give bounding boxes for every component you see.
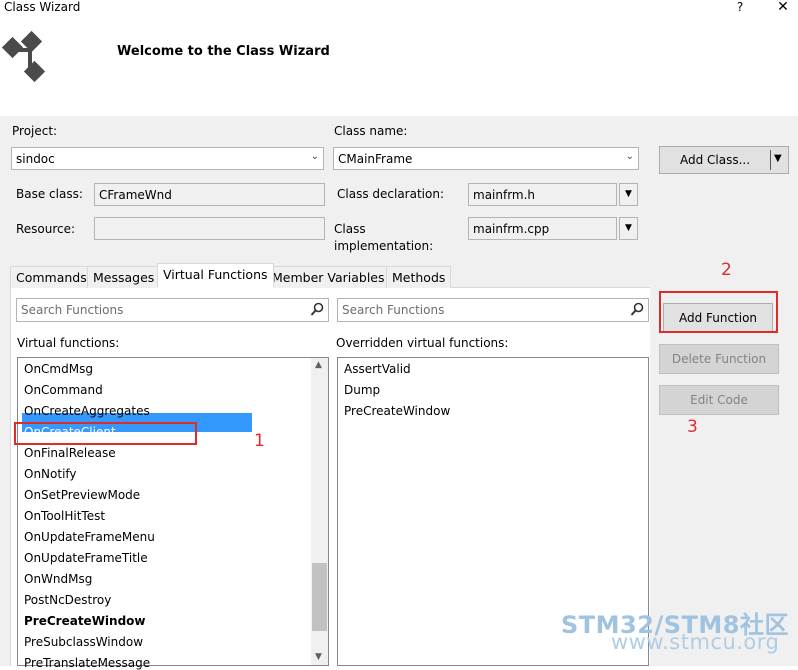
tab-commands[interactable]: Commands [10,266,93,288]
add-class-label: Add Class... [680,153,751,167]
list-item[interactable]: PostNcDestroy [24,593,111,607]
tab-virtual-functions[interactable]: Virtual Functions [157,263,274,288]
close-button[interactable]: ✕ [775,0,791,15]
scrollbar-thumb[interactable] [312,563,327,631]
list-item[interactable]: OnFinalRelease [24,446,116,460]
annotation-box-selected-function [14,422,197,445]
base-class-label: Base class: [16,187,83,201]
chevron-down-icon: ⌄ [625,151,634,162]
annotation-number-1: 1 [254,431,265,451]
base-class-field: CFrameWnd [94,183,325,206]
search-icon [630,302,644,316]
header-banner [0,18,798,116]
class-implementation-dropdown-icon[interactable]: ▼ [619,217,638,240]
tab-methods[interactable]: Methods [386,266,452,288]
class-wizard-logo-icon [2,30,46,83]
annotation-box-add-function [659,291,778,333]
class-declaration-value: mainfrm.h [473,188,536,202]
class-implementation-label-line1: Class [334,222,366,236]
vertical-scrollbar[interactable]: ▲ ▼ [311,358,328,665]
overridden-functions-search-input[interactable]: Search Functions [337,298,649,322]
search-placeholder: Search Functions [21,303,124,317]
resource-label: Resource: [16,222,76,236]
class-implementation-value: mainfrm.cpp [473,222,550,236]
window-title: Class Wizard [4,0,81,14]
virtual-functions-list[interactable]: OnCmdMsg OnCommand OnCreateAggregates On… [17,357,329,670]
class-name-select[interactable]: CMainFrame ⌄ [333,147,639,170]
annotation-number-2: 2 [721,260,732,280]
list-item[interactable]: OnCmdMsg [24,362,93,376]
scroll-down-icon[interactable]: ▼ [315,652,322,662]
list-item[interactable]: OnCreateAggregates [24,404,150,418]
list-item[interactable]: OnNotify [24,467,77,481]
search-icon [310,302,324,316]
tab-member-variables[interactable]: Member Variables [266,266,391,288]
class-declaration-field[interactable]: mainfrm.h [468,183,617,206]
edit-code-button[interactable]: Edit Code [659,385,779,415]
list-item[interactable]: OnWndMsg [24,572,92,586]
welcome-heading: Welcome to the Class Wizard [117,44,330,59]
watermark-url: www.stmcu.org [611,630,780,654]
list-item[interactable]: OnSetPreviewMode [24,488,140,502]
split-divider [770,150,771,170]
project-label: Project: [12,124,58,138]
tab-messages[interactable]: Messages [87,266,161,288]
base-class-value: CFrameWnd [99,188,172,202]
virtual-functions-label: Virtual functions: [17,336,120,350]
list-item[interactable]: OnToolHitTest [24,509,105,523]
search-placeholder: Search Functions [342,303,445,317]
class-declaration-label: Class declaration: [337,187,444,201]
scroll-up-icon[interactable]: ▲ [315,360,322,370]
list-item[interactable]: PreSubclassWindow [24,635,143,649]
help-button[interactable]: ? [733,0,747,14]
list-item[interactable]: AssertValid [344,362,411,376]
list-item[interactable]: PreTranslateMessage [24,656,150,670]
class-implementation-label-line2: implementation: [334,239,434,253]
overridden-functions-label: Overridden virtual functions: [336,336,509,350]
add-class-button[interactable]: Add Class... ▼ [659,146,789,174]
virtual-functions-search-input[interactable]: Search Functions [16,298,329,322]
delete-function-button[interactable]: Delete Function [659,344,779,374]
class-name-value: CMainFrame [338,152,413,166]
project-value: sindoc [16,152,55,166]
annotation-number-3: 3 [687,417,698,437]
list-item[interactable]: PreCreateWindow [344,404,450,418]
list-item[interactable]: PreCreateWindow [24,614,146,628]
list-item[interactable]: Dump [344,383,380,397]
project-select[interactable]: sindoc ⌄ [11,147,324,170]
list-item[interactable]: OnUpdateFrameMenu [24,530,155,544]
list-item[interactable]: OnCommand [24,383,103,397]
class-declaration-dropdown-icon[interactable]: ▼ [619,183,638,206]
class-implementation-field[interactable]: mainfrm.cpp [468,217,617,240]
class-name-label: Class name: [334,124,408,138]
resource-field [94,217,325,240]
dropdown-arrow-icon[interactable]: ▼ [774,153,782,164]
list-item[interactable]: OnUpdateFrameTitle [24,551,148,565]
chevron-down-icon: ⌄ [310,151,319,162]
